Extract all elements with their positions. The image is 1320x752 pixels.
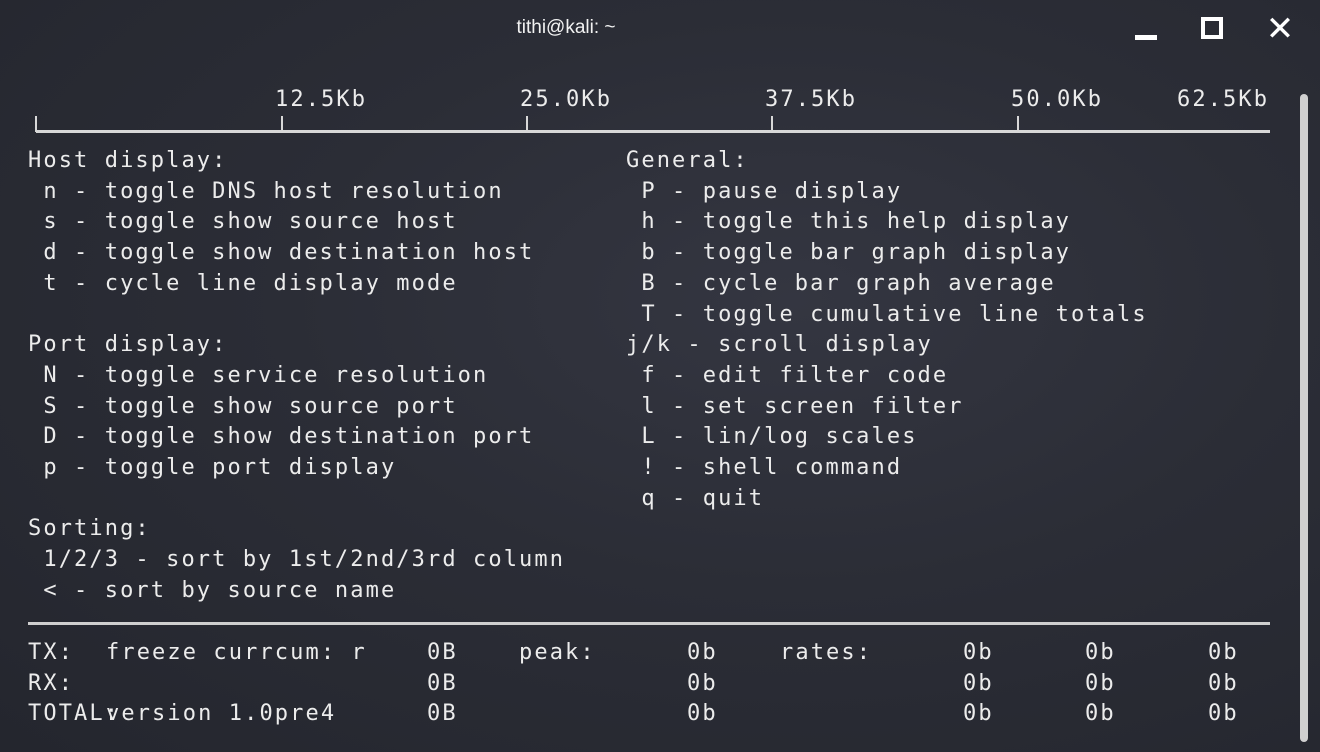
help-item: N - toggle service resolution <box>28 362 489 388</box>
scale-label: 62.5Kb <box>1177 87 1270 112</box>
minimize-icon[interactable] <box>1126 10 1166 48</box>
scale-label: 37.5Kb <box>765 87 858 112</box>
rate-value: 0b <box>1085 670 1116 696</box>
scale-tick <box>771 116 773 132</box>
scale-tick <box>281 116 283 132</box>
totals-label: RX: <box>28 670 75 696</box>
help-section-heading: General: <box>626 148 749 173</box>
scrollbar[interactable] <box>1300 94 1308 742</box>
help-item: B - cycle bar graph average <box>626 270 1056 296</box>
totals-separator <box>28 622 1270 625</box>
scale-label: 25.0Kb <box>520 87 613 112</box>
scale-label: 50.0Kb <box>1011 87 1104 112</box>
help-item: s - toggle show source host <box>28 209 458 235</box>
peak-value: 0b <box>687 640 718 665</box>
cumulative-value: 0B <box>427 670 458 696</box>
help-item: d - toggle show destination host <box>28 240 535 266</box>
help-section-heading: Sorting: <box>28 516 151 542</box>
totals-info: freeze currcum: r <box>106 640 367 665</box>
scale-label: 12.5Kb <box>275 87 368 112</box>
help-item: < - sort by source name <box>28 577 397 603</box>
rate-value: 0b <box>1085 701 1116 727</box>
rates-label: rates: <box>780 640 873 665</box>
scale-tick <box>1017 116 1019 132</box>
help-item: ! - shell command <box>626 455 903 480</box>
cumulative-value: 0B <box>427 640 458 665</box>
rate-value: 0b <box>1208 701 1239 727</box>
help-item: L - lin/log scales <box>626 424 918 450</box>
help-section-heading: Port display: <box>28 332 228 358</box>
help-item: n - toggle DNS host resolution <box>28 178 504 204</box>
help-item: b - toggle bar graph display <box>626 240 1072 266</box>
totals-info: version 1.0pre4 <box>106 701 337 727</box>
help-item: p - toggle port display <box>28 455 397 480</box>
peak-value: 0b <box>687 701 718 727</box>
help-item: P - pause display <box>626 178 903 204</box>
help-item: T - toggle cumulative line totals <box>626 301 1148 327</box>
window-title: tithi@kali: ~ <box>516 17 616 38</box>
rate-value: 0b <box>963 670 994 696</box>
help-item: l - set screen filter <box>626 393 964 419</box>
help-item: S - toggle show source port <box>28 393 458 419</box>
rate-value: 0b <box>963 701 994 727</box>
scale-tick <box>35 116 37 132</box>
help-item: h - toggle this help display <box>626 209 1072 235</box>
peak-label: peak: <box>519 640 596 665</box>
close-icon[interactable]: ✕ <box>1260 10 1300 48</box>
help-section-heading: Host display: <box>28 148 228 173</box>
peak-value: 0b <box>687 670 718 696</box>
rate-value: 0b <box>1208 670 1239 696</box>
rate-value: 0b <box>1085 640 1116 665</box>
help-item: 1/2/3 - sort by 1st/2nd/3rd column <box>28 547 566 573</box>
maximize-icon[interactable] <box>1192 10 1232 48</box>
cumulative-value: 0B <box>427 701 458 727</box>
rate-value: 0b <box>1208 640 1239 665</box>
help-item: j/k - scroll display <box>626 332 933 358</box>
totals-label: TX: <box>28 640 75 665</box>
help-item: t - cycle line display mode <box>28 270 458 296</box>
title-bar: tithi@kali: ~ ✕ <box>0 0 1320 58</box>
rate-value: 0b <box>963 640 994 665</box>
help-item: q - quit <box>626 485 765 511</box>
scale-tick <box>526 116 528 132</box>
help-item: D - toggle show destination port <box>28 424 535 450</box>
help-item: f - edit filter code <box>626 362 949 388</box>
scale-axis-line <box>36 130 1270 133</box>
